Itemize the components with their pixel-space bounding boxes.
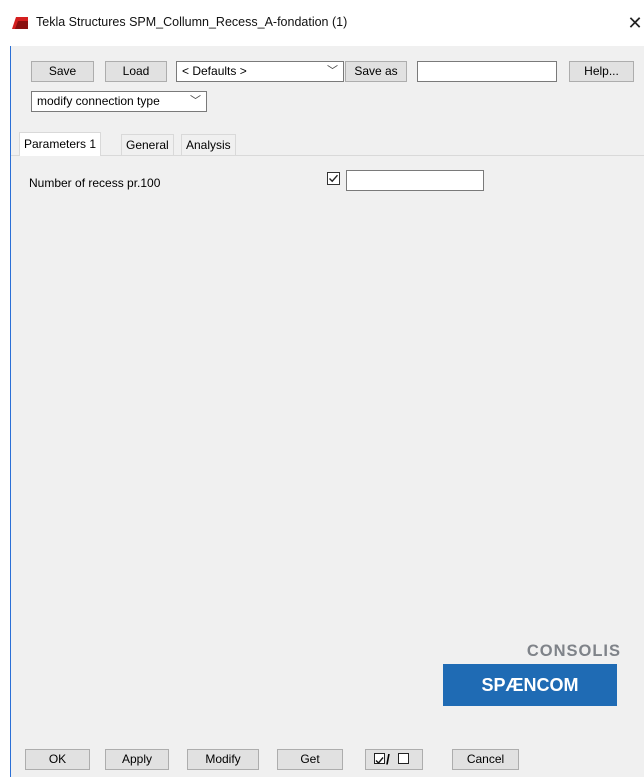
help-button[interactable]: Help... <box>569 61 634 82</box>
checkbox-unchecked-icon <box>398 753 409 764</box>
modify-button[interactable]: Modify <box>187 749 259 770</box>
consolis-logo: CONSOLIS <box>526 642 621 660</box>
tekla-app-icon <box>12 17 28 29</box>
checkmark-icon <box>329 174 339 183</box>
number-of-recess-checkbox[interactable] <box>327 172 340 185</box>
close-icon[interactable]: ✕ <box>626 10 644 36</box>
tab-parameters-1[interactable]: Parameters 1 <box>19 132 102 156</box>
save-as-input[interactable] <box>417 61 557 82</box>
tab-general[interactable]: General <box>121 134 174 155</box>
toggle-all-checkboxes-button[interactable]: / <box>365 749 423 770</box>
number-of-recess-label: Number of recess pr.100 <box>29 176 161 190</box>
defaults-select-value: < Defaults > <box>182 64 247 78</box>
window-title: Tekla Structures SPM_Collumn_Recess_A-fo… <box>36 15 348 29</box>
title-bar: Tekla Structures SPM_Collumn_Recess_A-fo… <box>0 0 644 46</box>
dialog-body: Save Load < Defaults > ﹀ Save as Help...… <box>10 46 644 777</box>
chevron-down-icon: ﹀ <box>327 65 338 77</box>
save-button[interactable]: Save <box>31 61 94 82</box>
defaults-select[interactable]: < Defaults > ﹀ <box>176 61 344 82</box>
number-of-recess-input[interactable] <box>346 170 484 191</box>
tab-strip-divider <box>11 155 644 156</box>
load-button[interactable]: Load <box>105 61 167 82</box>
checkbox-checked-icon <box>374 753 385 765</box>
toggle-slash: / <box>386 751 390 767</box>
save-as-button[interactable]: Save as <box>345 61 407 82</box>
chevron-down-icon: ﹀ <box>190 95 201 107</box>
connection-type-value: modify connection type <box>37 94 160 108</box>
connection-type-select[interactable]: modify connection type ﹀ <box>31 91 207 112</box>
apply-button[interactable]: Apply <box>105 749 169 770</box>
ok-button[interactable]: OK <box>25 749 90 770</box>
spaencom-logo: SPÆNCOM <box>443 664 617 706</box>
tab-analysis[interactable]: Analysis <box>181 134 236 155</box>
cancel-button[interactable]: Cancel <box>452 749 519 770</box>
get-button[interactable]: Get <box>277 749 343 770</box>
